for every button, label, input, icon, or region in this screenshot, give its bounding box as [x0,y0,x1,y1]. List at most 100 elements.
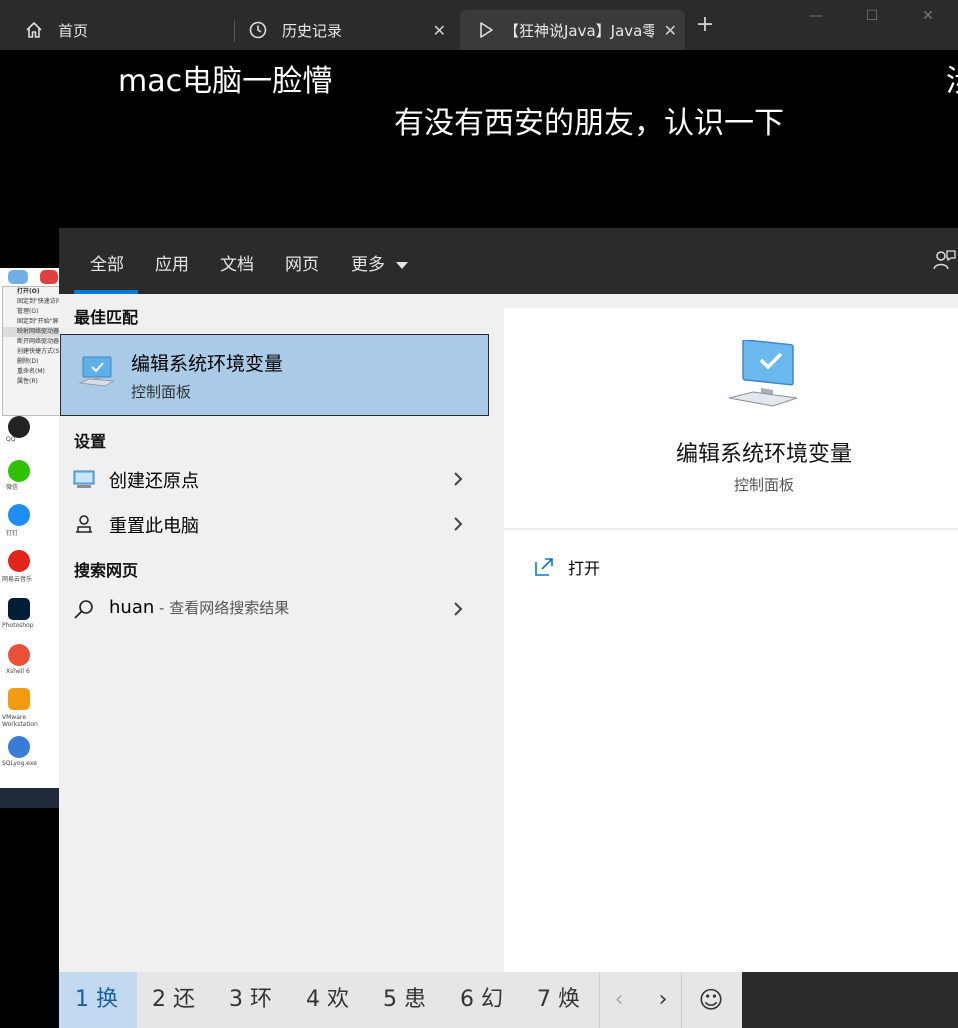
danmaku-comment: 涉 [946,56,958,100]
feedback-icon[interactable] [932,248,956,272]
sqlyog-icon [8,736,30,758]
search-results-pane: 最佳匹配 编辑系统环境变量 控制面板 设置 创建还原点 重置此电脑 搜索网页 h… [59,294,504,972]
desktop-thumbnail: 打开(O) 固定到"快速访问" 管理(G) 固定到"开始"屏幕 映射网络驱动器 … [0,268,60,808]
computer-icon [77,353,117,393]
best-match-title: 编辑系统环境变量 [131,353,284,375]
close-window-icon[interactable]: ✕ [918,8,938,24]
tab-separator [234,20,235,42]
system-icon [73,468,95,490]
section-settings: 设置 [74,432,107,451]
tab-home[interactable]: 首页 [24,10,88,50]
web-search-result[interactable]: huan - 查看网络搜索结果 [59,589,489,629]
settings-result-reset-pc[interactable]: 重置此电脑 [59,504,489,544]
tab-documents[interactable]: 文档 [220,250,254,275]
browser-tab-bar: 首页 历史记录 ✕ 【狂神说Java】Java零 ✕ + — ☐ ✕ [0,0,958,50]
best-match-result[interactable]: 编辑系统环境变量 控制面板 [60,334,489,416]
desktop-icon-label: Photoshop [2,622,34,629]
ime-next-page-button[interactable]: › [643,972,683,1028]
settings-result-restore-point[interactable]: 创建还原点 [59,459,489,499]
context-menu-item[interactable]: 断开网络驱动器 [3,337,59,347]
taskbar [0,788,60,808]
netease-music-icon [8,550,30,572]
context-menu-item[interactable]: 管理(G) [3,307,59,317]
section-web-search: 搜索网页 [74,561,139,580]
open-action-label: 打开 [568,559,601,578]
search-header: 全部 应用 文档 网页 更多 [59,228,958,294]
web-search-hint: - 查看网络搜索结果 [154,599,290,617]
ime-candidate[interactable]: 5 患 [383,972,426,1028]
desktop-icon-label: Xshell 6 [6,668,30,675]
qq-icon [8,416,30,438]
open-action[interactable]: 打开 [534,554,600,580]
settings-result-label: 重置此电脑 [109,516,199,537]
close-icon[interactable]: ✕ [433,21,446,40]
history-icon [248,20,268,40]
ime-candidate[interactable]: 4 欢 [306,972,349,1028]
ime-candidate[interactable]: 7 焕 [537,972,580,1028]
home-icon [24,20,44,40]
chevron-right-icon[interactable] [451,469,465,489]
tab-all[interactable]: 全部 [90,250,124,275]
context-menu-item[interactable]: 固定到"开始"屏幕 [3,317,59,327]
app-icon [40,270,58,284]
desktop-icon-label: VMware Workstation [2,714,38,728]
tab-history[interactable]: 历史记录 ✕ [248,10,448,50]
context-menu-item[interactable]: 删除(D) [3,357,59,367]
ime-prev-page-button[interactable]: ‹ [599,972,639,1028]
new-tab-button[interactable]: + [695,14,715,36]
desktop-icon-label: SQLyog.exe [2,760,37,767]
desktop-icon-label: 微信 [6,484,19,491]
web-search-query: huan [109,597,155,618]
folder-icon [8,270,28,284]
divider [681,972,682,1028]
section-best-match: 最佳匹配 [74,308,139,327]
context-menu: 打开(O) 固定到"快速访问" 管理(G) 固定到"开始"屏幕 映射网络驱动器 … [2,286,60,416]
tab-web[interactable]: 网页 [285,250,319,275]
ime-candidate[interactable]: 6 幻 [460,972,503,1028]
play-icon [476,20,496,40]
web-search-label: huan - 查看网络搜索结果 [109,597,289,618]
tab-video[interactable]: 【狂神说Java】Java零 ✕ [460,10,685,50]
detail-subtitle: 控制面板 [733,476,794,494]
detail-title: 编辑系统环境变量 [675,442,852,467]
search-panel-bottom [742,972,958,1028]
vmware-icon [8,688,30,710]
settings-result-label: 创建还原点 [109,471,199,492]
tab-apps[interactable]: 应用 [155,250,189,275]
context-menu-item[interactable]: 固定到"快速访问" [3,297,59,307]
context-menu-item[interactable]: 属性(R) [3,377,59,387]
divider [504,528,958,530]
maximize-icon[interactable]: ☐ [862,8,882,24]
context-menu-item[interactable]: 打开(O) [3,287,59,297]
ime-candidate[interactable]: 3 环 [229,972,272,1028]
best-match-subtitle: 控制面板 [131,383,192,401]
chevron-right-icon[interactable] [451,599,465,619]
emoji-icon[interactable]: ☺ [691,972,731,1028]
wechat-icon [8,460,30,482]
context-menu-item[interactable]: 映射网络驱动器 [3,327,59,337]
xshell-icon [8,644,30,666]
video-player[interactable]: mac电脑一脸懵 有没有西安的朋友，认识一下 涉 [0,50,958,230]
result-detail-pane: 编辑系统环境变量 控制面板 打开 [504,294,958,972]
danmaku-comment: 有没有西安的朋友，认识一下 [394,106,784,141]
reset-pc-icon [73,513,95,535]
context-menu-item[interactable]: 重命名(M) [3,367,59,377]
desktop-icon-label: QQ [6,436,16,443]
close-icon[interactable]: ✕ [664,21,677,40]
dingtalk-icon [8,504,30,526]
danmaku-comment: mac电脑一脸懵 [118,64,333,99]
tab-more[interactable]: 更多 [351,250,409,275]
chevron-right-icon[interactable] [451,514,465,534]
ime-candidate[interactable]: 1 换 [59,972,137,1028]
desktop-icon-label: 钉钉 [6,530,19,537]
tab-video-label: 【狂神说Java】Java零 [504,21,654,40]
photoshop-icon [8,598,30,620]
ime-candidate[interactable]: 2 还 [152,972,195,1028]
ime-candidate-bar: 1 换 2 还 3 环 4 欢 5 患 6 幻 7 焕 ‹ › ☺ [59,972,742,1028]
tab-more-label: 更多 [351,255,385,275]
chevron-down-icon [396,261,409,269]
context-menu-item[interactable]: 创建快捷方式(S) [3,347,59,357]
tab-history-label: 历史记录 [282,21,343,40]
tab-home-label: 首页 [58,21,89,40]
minimize-icon[interactable]: — [806,8,826,24]
